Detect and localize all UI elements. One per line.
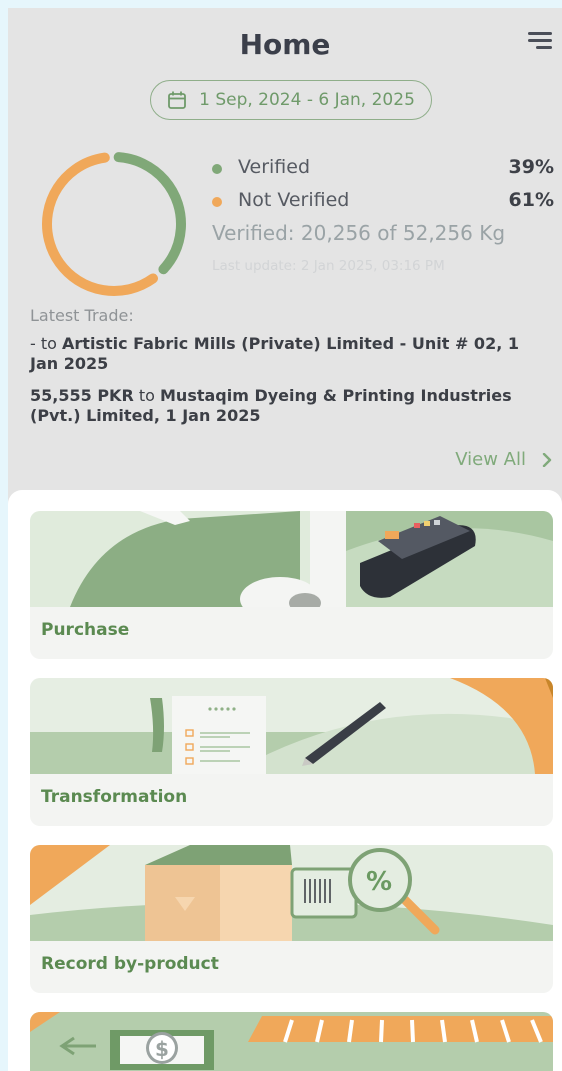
record-by-product-label: Record by-product [41,954,219,974]
hamburger-menu-icon[interactable] [526,30,552,52]
sale-card[interactable]: $ [30,1012,553,1071]
date-range-picker[interactable]: 1 Sep, 2024 - 6 Jan, 2025 [150,80,432,120]
not-verified-dot [212,197,222,207]
verification-legend: Verified 39% Not Verified 61% [208,156,554,222]
legend-percent: 39% [508,156,554,178]
calendar-icon [168,91,187,109]
transformation-illustration [30,678,553,774]
trade-amount: 55,555 PKR [30,386,134,405]
legend-verified: Verified 39% [208,156,554,189]
chevron-right-icon [542,452,552,467]
header: Home [8,8,562,72]
actions-panel: Purchase Transformation % Record by-prod… [8,490,562,1071]
view-all-link[interactable]: View All [455,449,552,470]
home-screen: Home 1 Sep, 2024 - 6 Jan, 2025 Verified … [8,8,562,1071]
trade-item[interactable]: 55,555 PKR to Mustaqim Dyeing & Printing… [30,386,550,426]
trade-prefix: - to [30,334,63,353]
svg-text:$: $ [155,1037,169,1061]
last-update-text: Last update: 2 Jan 2025, 03:16 PM [212,258,445,274]
svg-text:%: % [366,867,392,897]
purchase-illustration [30,511,553,607]
trade-item[interactable]: - to Artistic Fabric Mills (Private) Lim… [30,334,550,374]
purchase-label: Purchase [41,620,130,640]
trade-party: Artistic Fabric Mills (Private) Limited … [30,334,519,373]
latest-trades: Latest Trade: - to Artistic Fabric Mills… [30,306,550,438]
legend-label: Verified [238,156,311,178]
record-by-product-card[interactable]: % Record by-product [30,845,553,993]
by-product-illustration: % [30,845,553,941]
verified-summary: Verified: 20,256 of 52,256 Kg [212,221,506,245]
sale-illustration: $ [30,1012,553,1071]
transformation-label: Transformation [41,787,188,807]
purchase-card[interactable]: Purchase [30,511,553,659]
date-range-text: 1 Sep, 2024 - 6 Jan, 2025 [199,90,415,110]
legend-percent: 61% [508,189,554,211]
legend-not-verified: Not Verified 61% [208,189,554,222]
transformation-card[interactable]: Transformation [30,678,553,826]
verified-dot [212,164,222,174]
page-title: Home [239,28,331,61]
latest-trade-label: Latest Trade: [30,306,134,325]
verification-donut-chart [42,152,186,296]
legend-label: Not Verified [238,189,350,211]
donut-not-verified-arc [42,152,186,296]
trade-connector: to [133,386,160,405]
view-all-label: View All [455,449,526,470]
